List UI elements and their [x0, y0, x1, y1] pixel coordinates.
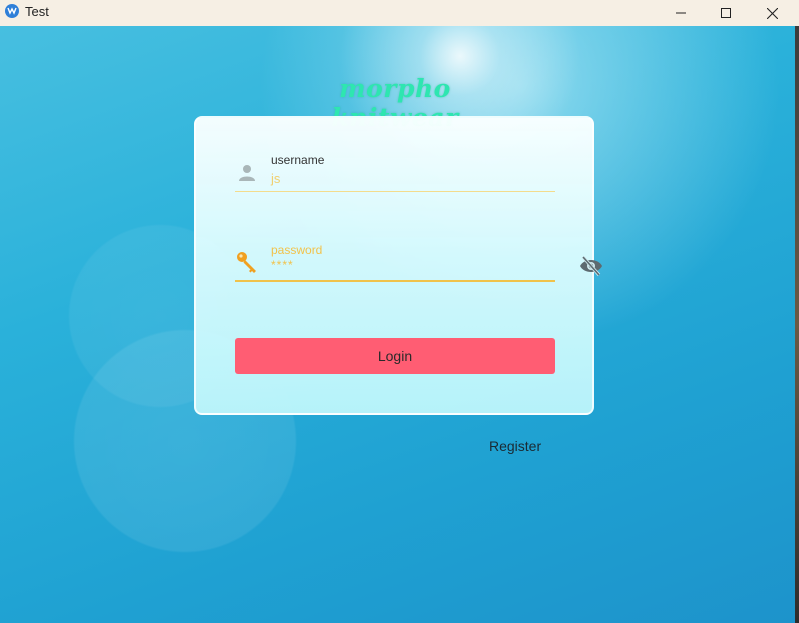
minimize-icon	[676, 12, 686, 14]
maximize-icon	[721, 8, 731, 18]
login-button[interactable]: Login	[235, 338, 555, 374]
register-link[interactable]: Register	[489, 438, 541, 454]
password-label: password	[271, 243, 323, 257]
username-underline	[235, 191, 555, 192]
close-button[interactable]	[749, 0, 795, 26]
eye-off-icon[interactable]	[579, 255, 603, 282]
username-label: username	[271, 153, 325, 167]
app-icon	[5, 4, 19, 18]
person-icon	[237, 163, 257, 188]
app-background: morpho knitwear username js password ***…	[0, 26, 795, 623]
window-titlebar: Test	[0, 0, 799, 27]
desktop-edge	[795, 26, 799, 623]
key-icon	[235, 250, 259, 279]
window-title: Test	[25, 4, 49, 19]
close-icon	[766, 7, 778, 19]
password-underline	[235, 280, 555, 282]
minimize-button[interactable]	[658, 0, 704, 26]
username-field[interactable]: js	[271, 171, 280, 186]
password-field[interactable]: ****	[271, 258, 294, 272]
maximize-button[interactable]	[703, 0, 749, 26]
